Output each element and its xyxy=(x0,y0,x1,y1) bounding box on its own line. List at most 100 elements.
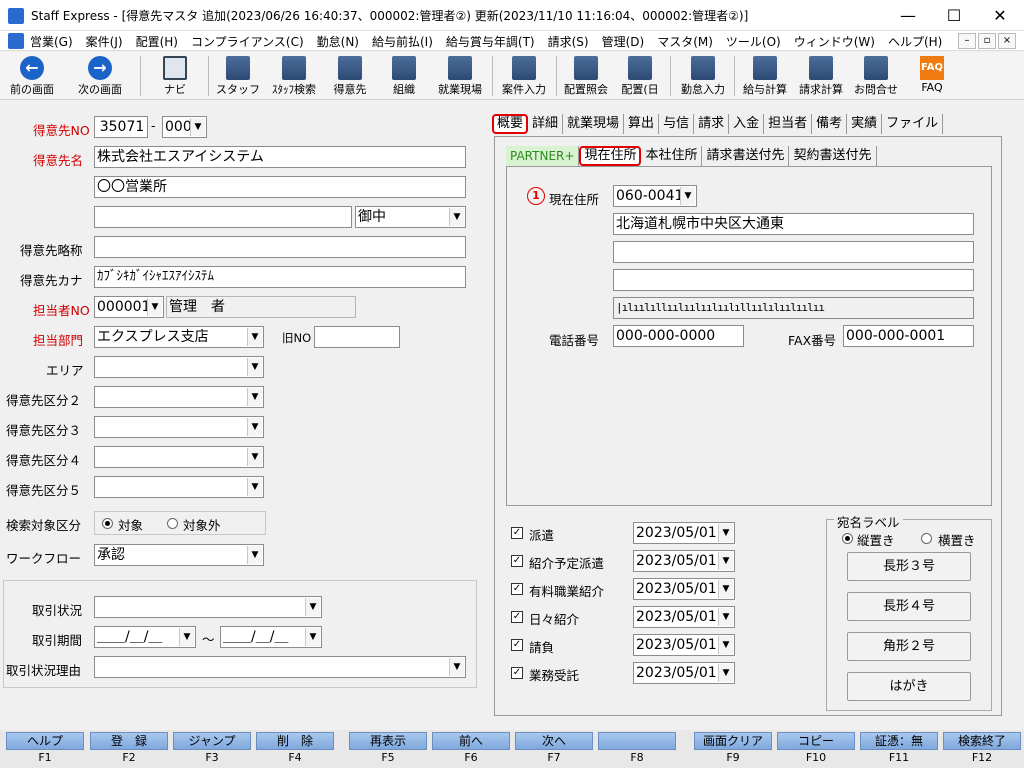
service-date-select[interactable]: 2023/05/01 ▼ xyxy=(633,606,735,628)
fkey-button[interactable]: 証憑：無 xyxy=(860,732,938,750)
service-checkbox[interactable]: ✓ xyxy=(511,583,523,595)
label-square2-button[interactable]: 角形２号 xyxy=(847,632,971,661)
fkey-button[interactable]: 登 録 xyxy=(90,732,168,750)
address-line2-input[interactable] xyxy=(613,241,974,263)
vertical-radio[interactable] xyxy=(842,533,853,544)
cat3-select[interactable]: ▼ xyxy=(94,416,264,438)
menu-item[interactable]: 案件(J) xyxy=(86,33,123,50)
subtab-item[interactable]: 現在住所 xyxy=(579,146,642,166)
fkey-button[interactable] xyxy=(598,732,676,750)
tab-item[interactable]: 担当者 xyxy=(764,114,813,134)
menu-item[interactable]: 営業(G) xyxy=(30,33,73,50)
service-date-select[interactable]: 2023/05/01 ▼ xyxy=(633,522,735,544)
menu-item[interactable]: 配置(H) xyxy=(136,33,178,50)
fkey-button[interactable]: 次へ xyxy=(515,732,593,750)
mdi-restore-button[interactable]: ▫ xyxy=(978,33,996,49)
forward-button[interactable]: → 次の画面 xyxy=(70,54,130,98)
tab-item[interactable]: ファイル xyxy=(882,114,944,134)
search-on-radio[interactable] xyxy=(102,518,113,529)
fkey-button[interactable]: 削 除 xyxy=(256,732,334,750)
address-line3-input[interactable] xyxy=(613,269,974,291)
name3-input[interactable] xyxy=(94,206,352,228)
service-checkbox[interactable]: ✓ xyxy=(511,611,523,623)
deal-reason-select[interactable]: ▼ xyxy=(94,656,466,678)
deal-to-select[interactable]: ＿＿/＿/＿ ▼ xyxy=(220,626,322,648)
kana-input[interactable]: ｶﾌﾞｼｷｶﾞｲｼｬｴｽｱｲｼｽﾃﾑ xyxy=(94,266,466,288)
mdi-close-button[interactable]: × xyxy=(998,33,1016,49)
menu-item[interactable]: ウィンドウ(W) xyxy=(794,33,875,50)
menu-item[interactable]: 管理(D) xyxy=(602,33,645,50)
label-postcard-button[interactable]: はがき xyxy=(847,672,971,701)
zip-select[interactable]: 060-0041 ▼ xyxy=(613,185,697,207)
cat2-select[interactable]: ▼ xyxy=(94,386,264,408)
honorific-select[interactable]: 御中 ▼ xyxy=(355,206,466,228)
short-input[interactable] xyxy=(94,236,466,258)
workflow-select[interactable]: 承認 ▼ xyxy=(94,544,264,566)
tab-item[interactable]: 与信 xyxy=(659,114,695,134)
tab-item[interactable]: 備考 xyxy=(812,114,848,134)
tab-item[interactable]: 入金 xyxy=(729,114,765,134)
service-checkbox[interactable]: ✓ xyxy=(511,639,523,651)
menu-item[interactable]: 給与賞与年調(T) xyxy=(446,33,535,50)
tab-item[interactable]: 概要 xyxy=(492,114,529,134)
tab-item[interactable]: 実績 xyxy=(847,114,883,134)
navi-button[interactable]: ナビ xyxy=(150,54,200,98)
name1-input[interactable]: 株式会社エスアイシステム xyxy=(94,146,466,168)
minimize-button[interactable]: — xyxy=(885,0,931,31)
cat4-select[interactable]: ▼ xyxy=(94,446,264,468)
subtab-item[interactable]: PARTNER+ xyxy=(506,146,580,166)
tab-item[interactable]: 請求 xyxy=(694,114,730,134)
tel-input[interactable]: 000-000-0000 xyxy=(613,325,744,347)
label-long3-button[interactable]: 長形３号 xyxy=(847,552,971,581)
menu-item[interactable]: ツール(O) xyxy=(726,33,781,50)
payroll-button[interactable]: 給与計算 xyxy=(738,54,792,98)
area-select[interactable]: ▼ xyxy=(94,356,264,378)
tab-item[interactable]: 算出 xyxy=(624,114,660,134)
fkey-button[interactable]: コピー xyxy=(777,732,855,750)
tab-item[interactable]: 詳細 xyxy=(528,114,564,134)
cat5-select[interactable]: ▼ xyxy=(94,476,264,498)
menu-item[interactable]: 請求(S) xyxy=(548,33,589,50)
code-input[interactable]: 35071 xyxy=(94,116,148,138)
fkey-button[interactable]: ジャンプ xyxy=(173,732,251,750)
placement-query-button[interactable]: 配置照会 xyxy=(560,54,612,98)
fkey-button[interactable]: 検索終了 xyxy=(943,732,1021,750)
contact-button[interactable]: お問合せ xyxy=(850,54,902,98)
fkey-button[interactable]: 再表示 xyxy=(349,732,427,750)
staff-button[interactable]: スタッフ xyxy=(214,54,262,98)
menu-item[interactable]: コンプライアンス(C) xyxy=(191,33,304,50)
deal-from-select[interactable]: ＿＿/＿/＿ ▼ xyxy=(94,626,196,648)
subtab-item[interactable]: 本社住所 xyxy=(641,146,703,166)
service-date-select[interactable]: 2023/05/01 ▼ xyxy=(633,550,735,572)
service-date-select[interactable]: 2023/05/01 ▼ xyxy=(633,662,735,684)
old-no-input[interactable] xyxy=(314,326,400,348)
fax-input[interactable]: 000-000-0001 xyxy=(843,325,974,347)
close-button[interactable]: ✕ xyxy=(977,0,1023,31)
menu-item[interactable]: ヘルプ(H) xyxy=(888,33,942,50)
faq-button[interactable]: FAQ FAQ xyxy=(906,54,958,98)
search-off-radio[interactable] xyxy=(167,518,178,529)
staff-search-button[interactable]: ｽﾀｯﾌ検索 xyxy=(266,54,322,98)
menu-item[interactable]: 給与前払(I) xyxy=(372,33,433,50)
service-date-select[interactable]: 2023/05/01 ▼ xyxy=(633,634,735,656)
dept-select[interactable]: エクスプレス支店 ▼ xyxy=(94,326,264,348)
fkey-button[interactable]: 前へ xyxy=(432,732,510,750)
billing-button[interactable]: 請求計算 xyxy=(794,54,848,98)
customer-button[interactable]: 得意先 xyxy=(326,54,374,98)
placement-day-button[interactable]: 配置(日 xyxy=(616,54,664,98)
subtab-item[interactable]: 契約書送付先 xyxy=(789,146,877,166)
name2-input[interactable]: 〇〇営業所 xyxy=(94,176,466,198)
mdi-minimize-button[interactable]: – xyxy=(958,33,976,49)
fkey-button[interactable]: 画面クリア xyxy=(694,732,772,750)
org-button[interactable]: 組織 xyxy=(380,54,428,98)
service-checkbox[interactable]: ✓ xyxy=(511,527,523,539)
code-sub-select[interactable]: 000 ▼ xyxy=(162,116,207,138)
menu-item[interactable]: マスタ(M) xyxy=(657,33,713,50)
label-long4-button[interactable]: 長形４号 xyxy=(847,592,971,621)
site-button[interactable]: 就業現場 xyxy=(432,54,488,98)
horizontal-radio[interactable] xyxy=(921,533,932,544)
service-checkbox[interactable]: ✓ xyxy=(511,667,523,679)
service-date-select[interactable]: 2023/05/01 ▼ xyxy=(633,578,735,600)
back-button[interactable]: ← 前の画面 xyxy=(2,54,62,98)
address-line1-input[interactable]: 北海道札幌市中央区大通東 xyxy=(613,213,974,235)
